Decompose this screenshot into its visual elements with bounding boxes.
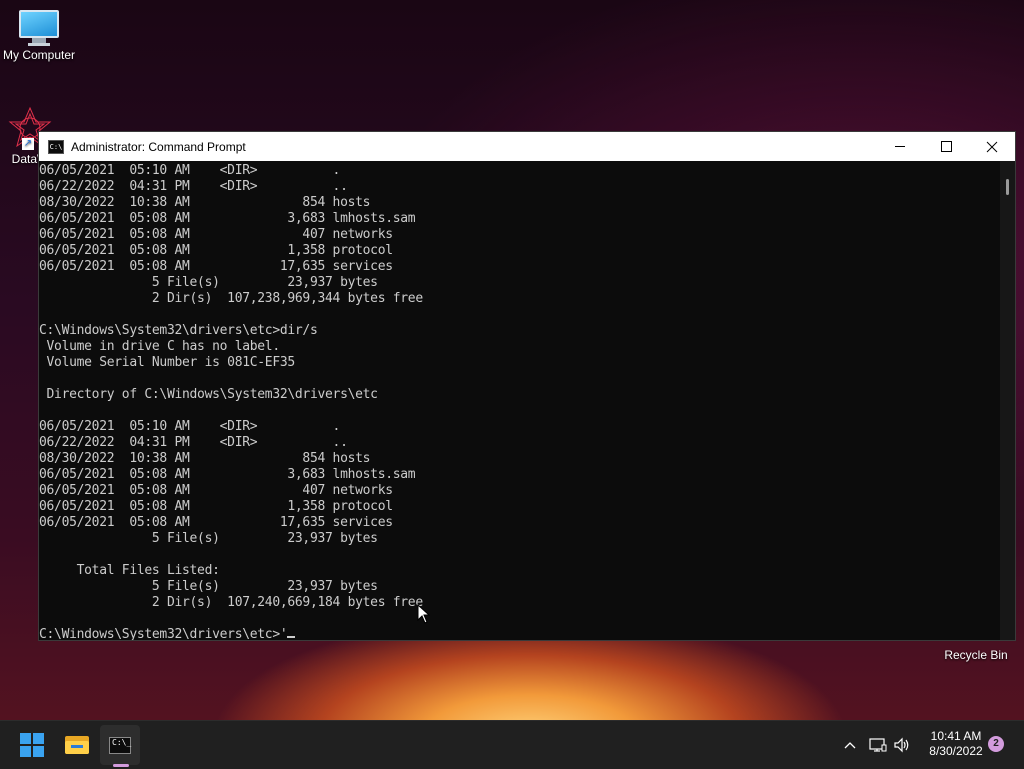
console-line: 06/05/2021 05:08 AM 1,358 protocol xyxy=(39,243,393,258)
desktop-icon-recycle-bin[interactable]: Recycle Bin xyxy=(938,646,1014,662)
network-button[interactable] xyxy=(868,721,888,769)
console-line: 06/05/2021 05:08 AM 3,683 lmhosts.sam xyxy=(39,211,416,226)
console-line: 2 Dir(s) 107,238,969,344 bytes free xyxy=(39,291,423,306)
console-line: Volume Serial Number is 081C-EF35 xyxy=(39,355,296,370)
chevron-up-icon xyxy=(844,742,856,749)
clock-date: 8/30/2022 xyxy=(929,744,983,758)
console-line: 08/30/2022 10:38 AM 854 hosts xyxy=(39,451,371,466)
taskbar: C:\_ 10:41 AM 8/30/2022 xyxy=(0,720,1024,769)
clock-time: 10:41 AM xyxy=(930,729,982,743)
scrollbar-thumb[interactable] xyxy=(1006,179,1009,195)
console-line: Directory of C:\Windows\System32\drivers… xyxy=(39,387,378,402)
shortcut-arrow-icon: ↗ xyxy=(22,138,34,150)
maximize-icon xyxy=(940,141,952,152)
taskbar-command-prompt[interactable]: C:\_ xyxy=(100,725,140,765)
volume-icon xyxy=(894,737,909,753)
console-line: 08/30/2022 10:38 AM 854 hosts xyxy=(39,195,371,210)
console-line: 2 Dir(s) 107,240,669,184 bytes free xyxy=(39,595,423,610)
start-button[interactable] xyxy=(12,725,52,765)
network-icon xyxy=(869,738,887,752)
console-line: 06/22/2022 04:31 PM <DIR> .. xyxy=(39,179,348,194)
console-line: 06/05/2021 05:08 AM 17,635 services xyxy=(39,515,393,530)
active-app-indicator xyxy=(113,764,129,767)
console-line: 06/05/2021 05:08 AM 17,635 services xyxy=(39,259,393,274)
vertical-scrollbar[interactable] xyxy=(1000,161,1015,640)
console-input[interactable]: ' xyxy=(280,627,288,640)
notification-badge[interactable]: 2 xyxy=(988,736,1004,752)
desktop-icon-label: Recycle Bin xyxy=(944,648,1008,662)
console-output[interactable]: 06/05/2021 05:10 AM <DIR> . 06/22/2022 0… xyxy=(39,161,1001,640)
desktop-icon-my-computer[interactable]: My Computer xyxy=(0,10,78,62)
console-line: 06/05/2021 05:10 AM <DIR> . xyxy=(39,419,341,434)
minimize-button[interactable] xyxy=(877,132,923,161)
console-line: 5 File(s) 23,937 bytes xyxy=(39,275,378,290)
maximize-button[interactable] xyxy=(923,132,969,161)
cmd-icon: C:\_ xyxy=(109,736,131,754)
mouse-pointer-icon xyxy=(417,604,431,624)
console-line: 06/05/2021 05:08 AM 1,358 protocol xyxy=(39,499,393,514)
show-hidden-icons-button[interactable] xyxy=(840,721,860,769)
console-line: 06/05/2021 05:10 AM <DIR> . xyxy=(39,163,341,178)
console-line: 06/22/2022 04:31 PM <DIR> .. xyxy=(39,435,348,450)
console-prompt: C:\Windows\System32\drivers\etc> xyxy=(39,627,280,640)
window-title: Administrator: Command Prompt xyxy=(71,139,246,154)
monitor-icon xyxy=(19,10,59,46)
console-line: 06/05/2021 05:08 AM 407 networks xyxy=(39,227,393,242)
console-text: 06/05/2021 05:10 AM <DIR> . 06/22/2022 0… xyxy=(39,161,1001,640)
text-cursor xyxy=(287,636,296,638)
console-line: 5 File(s) 23,937 bytes xyxy=(39,531,378,546)
console-line: C:\Windows\System32\drivers\etc>dir/s xyxy=(39,323,318,338)
minimize-icon xyxy=(895,146,905,147)
windows-start-icon xyxy=(20,733,44,757)
close-button[interactable] xyxy=(969,132,1015,161)
console-lines: 06/05/2021 05:10 AM <DIR> . 06/22/2022 0… xyxy=(39,163,423,610)
console-line: 5 File(s) 23,937 bytes xyxy=(39,579,378,594)
folder-icon xyxy=(65,736,89,754)
volume-button[interactable] xyxy=(892,721,912,769)
command-prompt-window[interactable]: C:\ Administrator: Command Prompt 06/05/… xyxy=(38,131,1016,641)
console-line: 06/05/2021 05:08 AM 407 networks xyxy=(39,483,393,498)
close-icon xyxy=(986,141,998,152)
taskbar-file-explorer[interactable] xyxy=(57,725,97,765)
cmd-icon: C:\ xyxy=(48,139,64,154)
clock[interactable]: 10:41 AM 8/30/2022 xyxy=(915,729,997,759)
window-titlebar[interactable]: C:\ Administrator: Command Prompt xyxy=(39,132,1015,161)
console-line: 06/05/2021 05:08 AM 3,683 lmhosts.sam xyxy=(39,467,416,482)
desktop-icon-label: My Computer xyxy=(2,48,76,62)
console-line: Total Files Listed: xyxy=(39,563,220,578)
console-line: Volume in drive C has no label. xyxy=(39,339,281,354)
